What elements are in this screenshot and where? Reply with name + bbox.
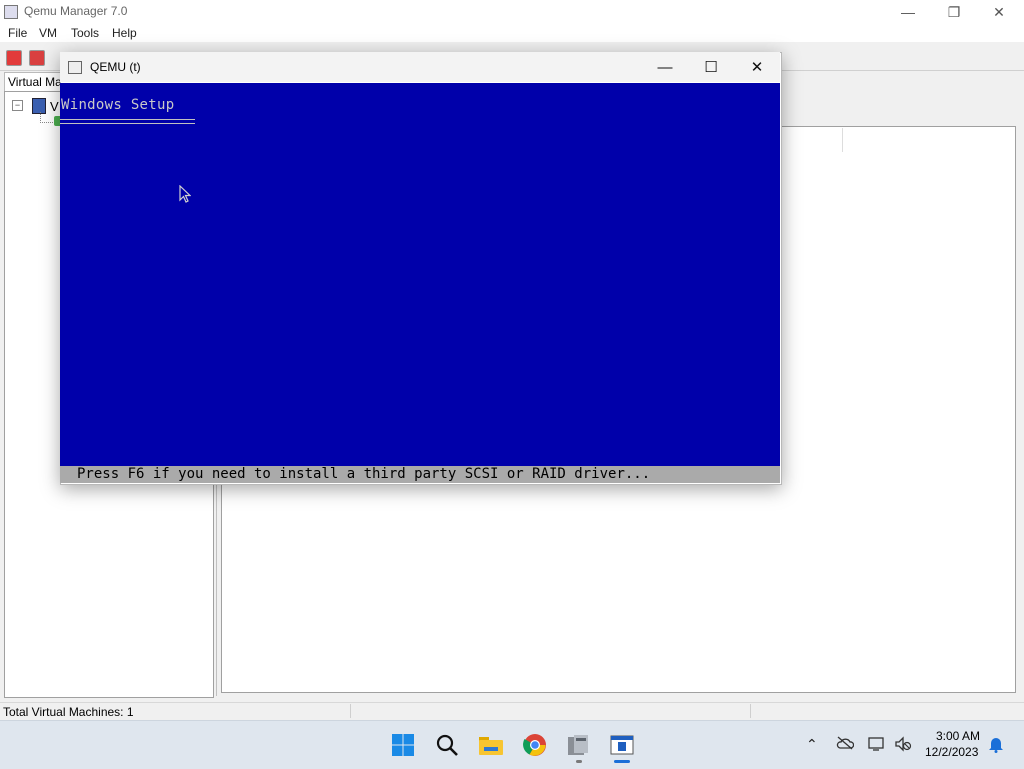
setup-status-text: Press F6 if you need to install a third … [77, 466, 651, 482]
notification-bell-icon[interactable] [988, 735, 1004, 756]
column-divider [842, 128, 843, 152]
menu-tools[interactable]: Tools [71, 26, 99, 40]
qemu-window-app-icon [68, 61, 82, 74]
manager-titlebar[interactable] [0, 0, 1024, 24]
menubar [0, 24, 1024, 42]
add-vm-button[interactable] [6, 50, 22, 66]
vm-display[interactable] [60, 83, 780, 466]
network-icon[interactable] [868, 736, 886, 755]
menu-vm[interactable]: VM [39, 26, 57, 40]
chrome-icon[interactable] [522, 732, 548, 758]
qemu-manager-app-icon [4, 5, 18, 19]
qemu-minimize-button[interactable]: — [642, 52, 688, 82]
onedrive-offline-icon[interactable] [836, 736, 855, 753]
manager-close-button[interactable]: ✕ [976, 0, 1022, 24]
status-vm-count: Total Virtual Machines: 1 [3, 705, 134, 719]
manager-title: Qemu Manager 7.0 [24, 4, 128, 18]
qemu-window-icon[interactable] [609, 732, 635, 758]
file-explorer-icon[interactable] [478, 732, 504, 758]
search-icon[interactable] [434, 732, 460, 758]
qemu-window-title: QEMU (t) [90, 60, 141, 74]
tree-collapse-toggle[interactable]: − [12, 100, 23, 111]
qemu-manager-icon[interactable] [565, 732, 591, 758]
manager-minimize-button[interactable]: — [885, 0, 931, 24]
status-divider [350, 704, 351, 718]
volume-muted-icon[interactable] [894, 736, 912, 755]
remove-vm-button[interactable] [29, 50, 45, 66]
clock-date[interactable]: 12/2/2023 [925, 745, 978, 759]
manager-restore-button[interactable]: ❐ [931, 0, 977, 24]
setup-title: Windows Setup [61, 97, 175, 113]
status-divider [750, 704, 751, 718]
qemu-maximize-button[interactable]: ☐ [688, 52, 734, 82]
active-window-indicator [614, 760, 630, 763]
running-indicator [576, 760, 582, 763]
chevron-up-icon[interactable]: ⌃ [806, 736, 818, 753]
statusbar [0, 702, 1024, 721]
menu-help[interactable]: Help [112, 26, 137, 40]
setup-title-underline [60, 119, 195, 124]
tree-connector [40, 112, 55, 123]
menu-file[interactable]: File [8, 26, 27, 40]
qemu-close-button[interactable]: ✕ [734, 52, 780, 82]
clock-time[interactable]: 3:00 AM [936, 729, 980, 743]
windows-start-icon[interactable] [390, 732, 416, 758]
